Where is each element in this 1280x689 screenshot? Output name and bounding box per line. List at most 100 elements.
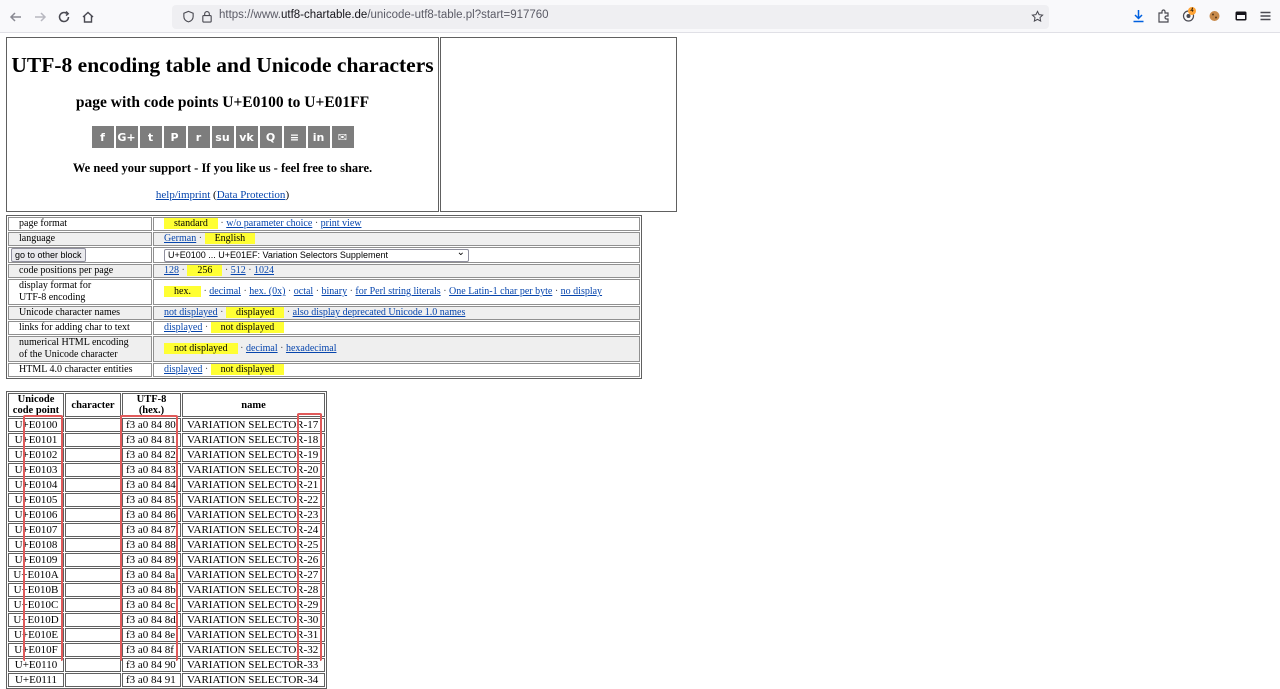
facebook-icon[interactable]: f [91,126,114,148]
code-point-cell: U+E0107 [8,523,64,537]
pinterest-icon[interactable]: P [163,126,186,148]
utf8-cell: f3 a0 84 84 [122,478,181,492]
utf8-cell: f3 a0 84 80 [122,418,181,432]
code-point-cell: U+E0101 [8,433,64,447]
container-icon[interactable] [1234,9,1248,23]
character-cell [65,628,121,642]
character-cell [65,673,121,687]
option-link[interactable]: displayed [164,322,202,333]
go-to-block-button[interactable]: go to other block [11,248,86,262]
option-link[interactable]: decimal [246,343,278,354]
setting-options: not displayed · displayed · also display… [153,306,640,320]
lock-icon[interactable] [201,10,213,23]
setting-code-positions: code positions per page 128 · 256 · 512 … [8,264,640,278]
block-select[interactable]: U+E0100 ... U+E01EF: Variation Selectors… [164,247,469,262]
share-buttons: f G+ t Pr su vk Q ≡ in ✉ [7,126,438,148]
utf8-cell: f3 a0 84 8d [122,613,181,627]
help-imprint-link[interactable]: help/imprint [156,189,210,201]
option-link[interactable]: binary [322,286,348,297]
option-link[interactable]: no display [561,286,602,297]
stumbleupon-icon[interactable]: su [211,126,234,148]
setting-options: 128 · 256 · 512 · 1024 [153,264,640,278]
table-row: U+E0109 f3 a0 84 89 VARIATION SELECTOR-26 [8,553,325,567]
header-line: UTF-8 [136,394,167,405]
option-link[interactable]: 512 [231,265,246,276]
option-link[interactable]: hexadecimal [286,343,337,354]
vk-icon[interactable]: vk [235,126,258,148]
character-cell [65,568,121,582]
option-link[interactable]: print view [321,218,362,229]
option-link[interactable]: w/o parameter choice [226,218,312,229]
utf8-cell: f3 a0 84 86 [122,508,181,522]
setting-display-format: display format for UTF-8 encoding hex. · … [8,279,640,305]
back-icon[interactable] [6,7,26,27]
address-bar[interactable]: https://www.utf8-chartable.de/unicode-ut… [172,5,1049,29]
data-protection-link[interactable]: Data Protection [217,189,286,201]
cookie-icon[interactable] [1208,9,1221,23]
label-line: numerical HTML encoding [19,337,129,348]
shield-icon[interactable] [182,10,195,23]
option-link[interactable]: 128 [164,265,179,276]
setting-options: hex. · decimal · hex. (0x) · octal · bin… [153,279,640,305]
option-link[interactable]: for Perl string literals [355,286,440,297]
setting-label: code positions per page [8,264,152,278]
code-point-cell: U+E0106 [8,508,64,522]
utf8-cell: f3 a0 84 88 [122,538,181,552]
option-link[interactable]: displayed [164,364,202,375]
table-row: U+E010A f3 a0 84 8a VARIATION SELECTOR-27 [8,568,325,582]
header-box: UTF-8 encoding table and Unicode charact… [6,37,439,212]
reload-icon[interactable] [54,7,74,27]
option-link[interactable]: octal [294,286,313,297]
character-cell [65,448,121,462]
home-icon[interactable] [78,7,98,27]
option-link[interactable]: hex. (0x) [249,286,285,297]
setting-label: links for adding char to text [8,321,152,335]
url-text[interactable]: https://www.utf8-chartable.de/unicode-ut… [219,9,549,21]
character-cell [65,508,121,522]
code-point-cell: U+E010D [8,613,64,627]
code-point-cell: U+E0110 [8,658,64,672]
option-link[interactable]: decimal [209,286,241,297]
table-row: U+E0108 f3 a0 84 88 VARIATION SELECTOR-25 [8,538,325,552]
menu-icon[interactable] [1259,9,1272,23]
utf8-cell: f3 a0 84 8e [122,628,181,642]
qzone-icon[interactable]: Q [259,126,282,148]
url-path: /unicode-utf8-table.pl?start=917760 [367,9,549,21]
extensions-icon[interactable] [1157,9,1170,23]
mail-icon[interactable]: ✉ [331,126,354,148]
code-point-cell: U+E010E [8,628,64,642]
setting-label: language [8,232,152,246]
utf8-cell: f3 a0 84 87 [122,523,181,537]
google-plus-icon[interactable]: G+ [115,126,138,148]
option-current: displayed [225,307,285,318]
page-title: UTF-8 encoding table and Unicode charact… [11,53,434,77]
setting-label: HTML 4.0 character entities [8,363,152,377]
forward-icon[interactable] [30,7,50,27]
download-icon[interactable] [1132,9,1145,23]
label-line: of the Unicode character [19,349,118,360]
linkedin-icon[interactable]: in [307,126,330,148]
settings-table: page format standard · w/o parameter cho… [6,215,642,379]
setting-char-names: Unicode character names not displayed · … [8,306,640,320]
option-current: English [204,233,256,244]
option-current: 256 [187,265,223,276]
option-link[interactable]: German [164,233,196,244]
utf8-cell: f3 a0 84 89 [122,553,181,567]
option-link[interactable]: One Latin-1 char per byte [449,286,552,297]
option-link[interactable]: also display deprecated Unicode 1.0 name… [293,307,466,318]
code-point-cell: U+E0103 [8,463,64,477]
ad-placeholder [440,37,677,212]
bookmark-star-icon[interactable] [1031,10,1044,23]
name-cell: VARIATION SELECTOR-31 [182,628,325,642]
setting-options: standard · w/o parameter choice · print … [153,217,640,231]
table-row: U+E010B f3 a0 84 8b VARIATION SELECTOR-28 [8,583,325,597]
option-link[interactable]: not displayed [164,307,218,318]
header-line: code point [12,405,60,416]
buffer-icon[interactable]: ≡ [283,126,306,148]
table-row: U+E0102 f3 a0 84 82 VARIATION SELECTOR-19 [8,448,325,462]
reddit-icon[interactable]: r [187,126,210,148]
table-row: U+E0107 f3 a0 84 87 VARIATION SELECTOR-24 [8,523,325,537]
twitter-icon[interactable]: t [139,126,162,148]
option-link[interactable]: 1024 [254,265,274,276]
option-current: hex. [164,286,201,297]
